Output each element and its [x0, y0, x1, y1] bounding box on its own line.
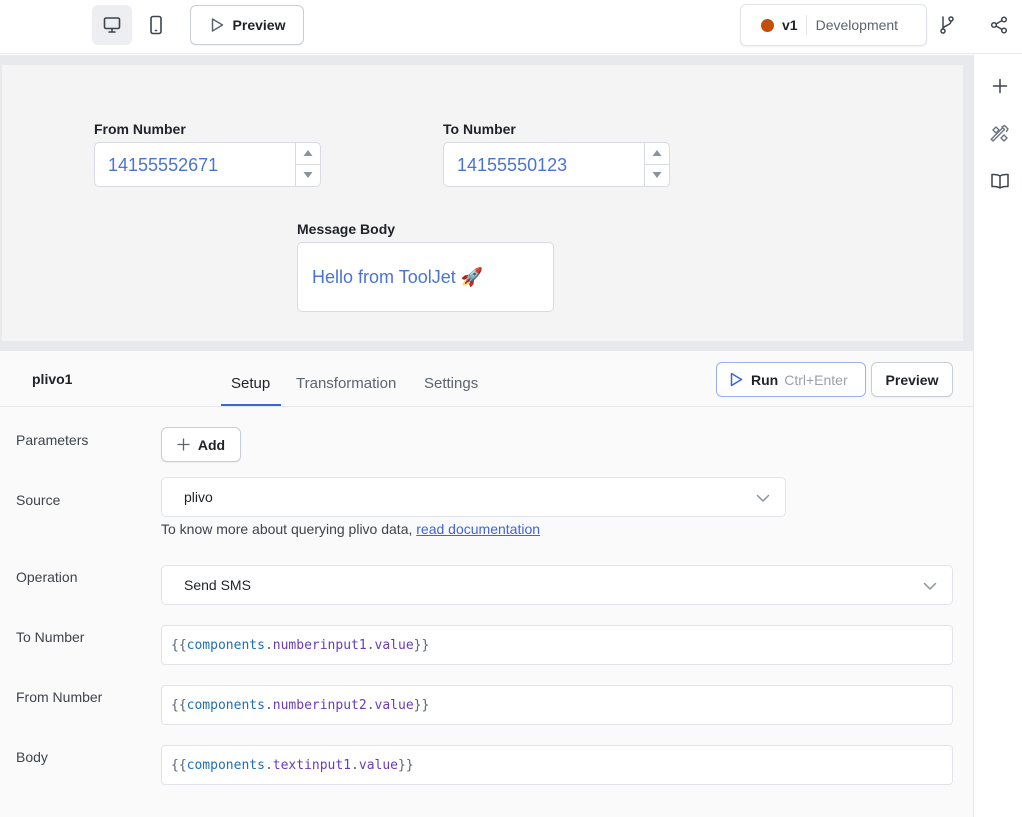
- increment-button[interactable]: [645, 143, 669, 165]
- caret-down-icon: [652, 172, 662, 179]
- mobile-icon: [150, 15, 162, 35]
- mobile-view-button[interactable]: [136, 5, 176, 45]
- caret-down-icon: [303, 172, 313, 179]
- code-object: components: [186, 757, 265, 773]
- add-parameter-button[interactable]: Add: [161, 427, 241, 462]
- from-number-widget-label: From Number: [94, 121, 186, 137]
- message-body-input[interactable]: Hello from ToolJet 🚀: [297, 242, 554, 312]
- code-property: value: [374, 697, 414, 713]
- to-number-widget-label: To Number: [443, 121, 516, 137]
- tools-icon: [990, 124, 1009, 142]
- to-number-stepper: [644, 143, 669, 186]
- git-branch-icon: [940, 16, 954, 34]
- book-icon: [991, 173, 1009, 189]
- right-sidebar: [973, 55, 1022, 817]
- read-documentation-link[interactable]: read documentation: [416, 521, 540, 537]
- chevron-down-icon: [923, 582, 937, 590]
- share-button[interactable]: [984, 10, 1014, 40]
- to-number-input[interactable]: 14155550123: [443, 142, 670, 187]
- caret-up-icon: [303, 150, 313, 157]
- to-number-value: 14155550123: [457, 155, 568, 175]
- body-code-input[interactable]: {{components. textinput1. value}}: [161, 745, 953, 785]
- preview-query-button[interactable]: Preview: [871, 362, 953, 397]
- operation-value: Send SMS: [184, 577, 251, 593]
- chevron-down-icon: [756, 494, 770, 502]
- tab-setup[interactable]: Setup: [231, 375, 270, 392]
- code-component: numberinput1: [272, 637, 367, 653]
- message-body-value: Hello from ToolJet 🚀: [312, 267, 484, 287]
- code-object: components: [186, 697, 265, 713]
- from-number-stepper: [295, 143, 320, 186]
- from-number-value: 14155552671: [108, 155, 219, 175]
- operation-select[interactable]: Send SMS: [161, 565, 953, 605]
- from-number-input[interactable]: 14155552671: [94, 142, 321, 187]
- run-shortcut: Ctrl+Enter: [784, 371, 848, 388]
- operation-label: Operation: [16, 569, 78, 585]
- app-canvas: From Number 14155552671 To Number 141555…: [2, 65, 963, 341]
- git-branch-button[interactable]: [932, 10, 962, 40]
- code-object: components: [186, 637, 265, 653]
- help-prefix: To know more about querying plivo data,: [161, 521, 413, 537]
- increment-button[interactable]: [296, 143, 320, 165]
- source-help-text: To know more about querying plivo data, …: [161, 521, 540, 537]
- decrement-button[interactable]: [645, 165, 669, 187]
- parameters-label: Parameters: [16, 432, 89, 448]
- query-panel: plivo1 Setup Transformation Settings Run…: [0, 351, 973, 817]
- version-label: v1: [782, 17, 798, 33]
- code-property: value: [374, 637, 414, 653]
- source-value: plivo: [184, 489, 213, 505]
- source-select[interactable]: plivo: [161, 477, 786, 517]
- share-icon: [990, 16, 1008, 34]
- code-component: numberinput2: [272, 697, 367, 713]
- run-query-button[interactable]: Run Ctrl+Enter: [716, 362, 866, 397]
- tab-settings[interactable]: Settings: [424, 375, 478, 392]
- code-component: textinput1: [272, 757, 352, 773]
- play-icon: [211, 18, 223, 32]
- preview-label: Preview: [232, 17, 286, 33]
- environment-status-dot: [761, 18, 774, 32]
- environment-label: Development: [815, 17, 899, 33]
- plus-icon: [992, 78, 1008, 94]
- add-label: Add: [197, 436, 226, 453]
- preview-app-button[interactable]: Preview: [190, 5, 304, 45]
- query-header: plivo1 Setup Transformation Settings Run…: [0, 351, 973, 407]
- source-label: Source: [16, 492, 61, 508]
- caret-up-icon: [652, 150, 662, 157]
- version-divider: [805, 15, 807, 35]
- desktop-view-button[interactable]: [92, 5, 132, 45]
- tab-transformation[interactable]: Transformation: [296, 375, 396, 392]
- add-component-button[interactable]: [990, 76, 1010, 96]
- decrement-button[interactable]: [296, 165, 320, 187]
- from-number-code-input[interactable]: {{components. numberinput2. value}}: [161, 685, 953, 725]
- to-number-code-input[interactable]: {{components. numberinput1. value}}: [161, 625, 953, 665]
- play-icon: [730, 372, 743, 387]
- message-body-widget-label: Message Body: [297, 221, 396, 237]
- query-name[interactable]: plivo1: [32, 371, 72, 387]
- from-number-param-label: From Number: [16, 689, 103, 705]
- to-number-param-label: To Number: [16, 629, 85, 645]
- plus-icon: [177, 438, 190, 451]
- active-tab-indicator: [221, 404, 281, 406]
- monitor-icon: [103, 17, 121, 33]
- version-selector[interactable]: v1 Development: [740, 4, 927, 46]
- code-property: value: [358, 757, 399, 773]
- inspector-button[interactable]: [990, 124, 1010, 144]
- documentation-button[interactable]: [990, 171, 1010, 191]
- canvas-area: From Number 14155552671 To Number 141555…: [0, 55, 973, 351]
- top-bar: Preview v1 Development: [0, 0, 1022, 54]
- body-param-label: Body: [16, 749, 48, 765]
- run-label: Run: [751, 371, 779, 388]
